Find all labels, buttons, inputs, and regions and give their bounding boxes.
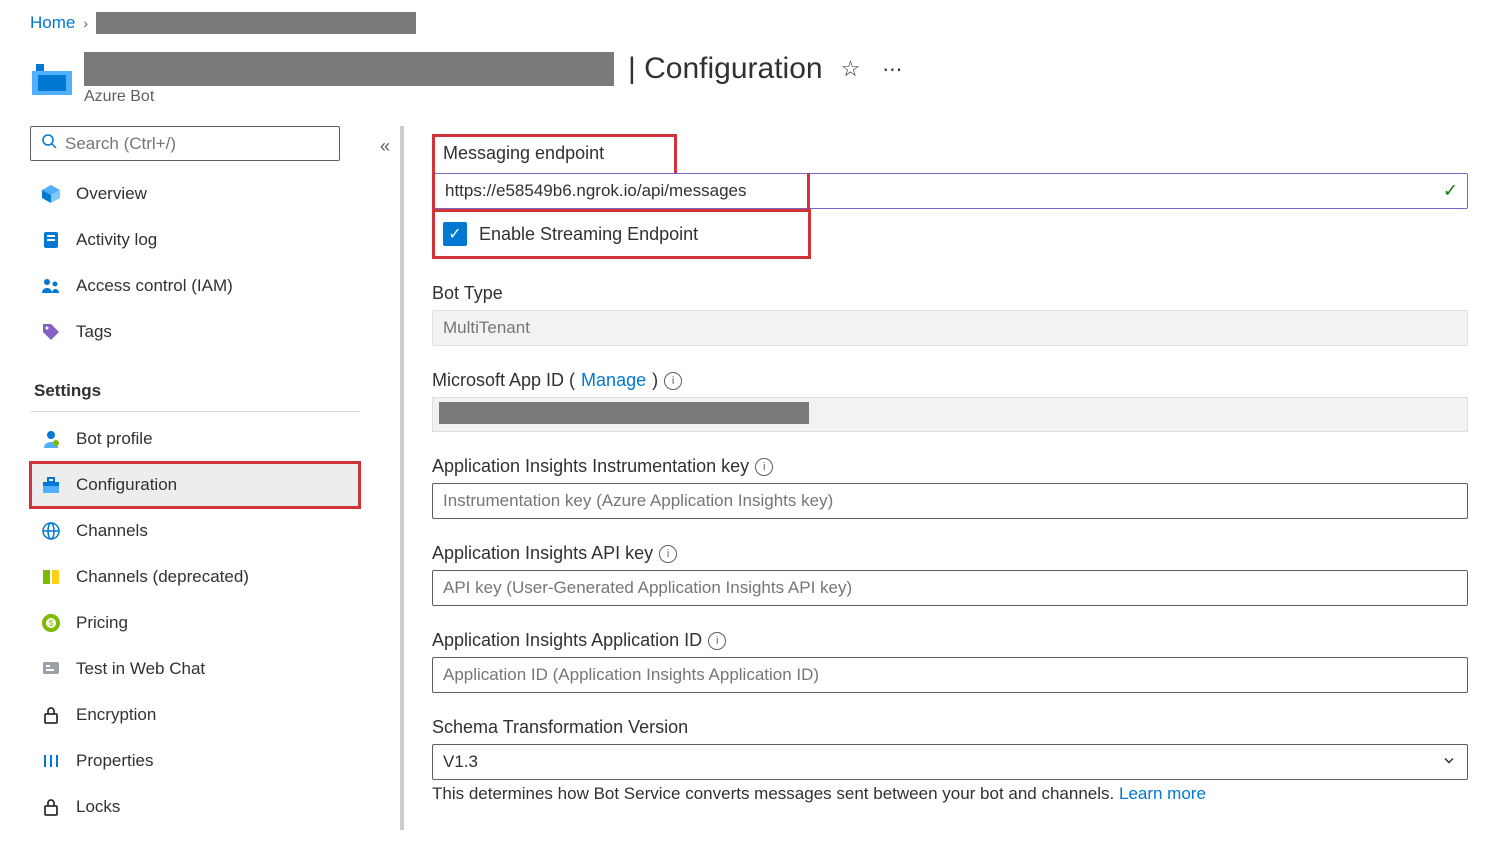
profile-icon — [40, 428, 62, 450]
messaging-endpoint-input[interactable] — [432, 173, 1468, 209]
ms-app-id-label: Microsoft App ID (Manage) i — [432, 370, 1468, 391]
ms-app-id-input — [432, 397, 1468, 432]
sidebar-item-encryption[interactable]: Encryption — [30, 692, 360, 738]
chat-icon — [40, 658, 62, 680]
enable-streaming-checkbox-row[interactable]: ✓ Enable Streaming Endpoint — [443, 222, 698, 246]
chevron-right-icon: › — [83, 15, 88, 31]
info-icon[interactable]: i — [659, 545, 677, 563]
sidebar-item-label: Properties — [76, 751, 153, 771]
log-icon — [40, 229, 62, 251]
info-icon[interactable]: i — [708, 632, 726, 650]
sidebar-item-channels[interactable]: Channels — [30, 508, 360, 554]
page-title: | Configuration — [628, 52, 823, 86]
schema-helper-text: This determines how Bot Service converts… — [432, 784, 1468, 804]
enable-streaming-label: Enable Streaming Endpoint — [479, 224, 698, 245]
page-header: | Configuration ☆ ⋯ Azure Bot — [0, 34, 1498, 126]
ms-app-id-redacted — [439, 402, 809, 424]
bot-type-label: Bot Type — [432, 283, 1468, 304]
sidebar-item-label: Channels — [76, 521, 148, 541]
ai-instr-key-label: Application Insights Instrumentation key… — [432, 456, 1468, 477]
toolbox-icon — [40, 474, 62, 496]
ai-api-key-label: Application Insights API key i — [432, 543, 1468, 564]
sidebar-search-input[interactable] — [65, 134, 329, 154]
star-icon: ☆ — [841, 56, 861, 81]
sidebar-section-settings: Settings — [30, 355, 360, 412]
channels-old-icon — [40, 566, 62, 588]
sidebar-item-pricing[interactable]: $ Pricing — [30, 600, 360, 646]
sidebar-item-overview[interactable]: Overview — [30, 171, 360, 217]
chevron-double-left-icon: « — [380, 136, 390, 156]
valid-check-icon: ✓ — [1443, 181, 1458, 202]
sidebar-collapse-button[interactable]: « — [380, 136, 390, 157]
people-icon — [40, 275, 62, 297]
sidebar-item-label: Overview — [76, 184, 147, 204]
sidebar-item-label: Tags — [76, 322, 112, 342]
bot-type-input — [432, 310, 1468, 346]
resource-name-redacted — [84, 52, 614, 86]
schema-version-label: Schema Transformation Version — [432, 717, 1468, 738]
ai-app-id-label: Application Insights Application ID i — [432, 630, 1468, 651]
messaging-endpoint-label: Messaging endpoint — [443, 143, 604, 164]
resource-type-label: Azure Bot — [84, 88, 906, 106]
breadcrumb: Home › — [0, 0, 1498, 34]
sidebar-item-label: Access control (IAM) — [76, 276, 233, 296]
sidebar-item-access-control[interactable]: Access control (IAM) — [30, 263, 360, 309]
sidebar-item-tags[interactable]: Tags — [30, 309, 360, 355]
azure-bot-icon — [30, 61, 74, 97]
svg-text:$: $ — [49, 619, 54, 628]
tag-icon — [40, 321, 62, 343]
lock-icon — [40, 704, 62, 726]
breadcrumb-resource-redacted[interactable] — [96, 12, 416, 34]
sidebar-item-label: Channels (deprecated) — [76, 567, 249, 587]
breadcrumb-home[interactable]: Home — [30, 13, 75, 33]
sidebar-item-label: Configuration — [76, 475, 177, 495]
sidebar-item-label: Test in Web Chat — [76, 659, 205, 679]
sidebar-item-label: Bot profile — [76, 429, 153, 449]
checkbox-checked-icon[interactable]: ✓ — [443, 222, 467, 246]
favorite-button[interactable]: ☆ — [837, 52, 865, 86]
sidebar-item-configuration[interactable]: Configuration — [30, 462, 360, 508]
sidebar-item-label: Encryption — [76, 705, 156, 725]
ai-app-id-input[interactable] — [432, 657, 1468, 693]
cube-icon — [40, 183, 62, 205]
ai-instr-key-input[interactable] — [432, 483, 1468, 519]
lock-icon — [40, 796, 62, 818]
sidebar: Overview Activity log Access control (IA… — [30, 126, 370, 830]
sidebar-item-label: Activity log — [76, 230, 157, 250]
learn-more-link[interactable]: Learn more — [1119, 784, 1206, 803]
manage-app-id-link[interactable]: Manage — [581, 370, 646, 391]
sidebar-item-properties[interactable]: Properties — [30, 738, 360, 784]
ellipsis-icon: ⋯ — [882, 59, 902, 81]
globe-icon — [40, 520, 62, 542]
pricing-icon: $ — [40, 612, 62, 634]
ai-api-key-input[interactable] — [432, 570, 1468, 606]
sidebar-item-locks[interactable]: Locks — [30, 784, 360, 830]
schema-version-select[interactable] — [432, 744, 1468, 780]
sidebar-item-activity-log[interactable]: Activity log — [30, 217, 360, 263]
sidebar-item-bot-profile[interactable]: Bot profile — [30, 416, 360, 462]
info-icon[interactable]: i — [755, 458, 773, 476]
sidebar-item-label: Pricing — [76, 613, 128, 633]
sidebar-search[interactable] — [30, 126, 340, 161]
more-actions-button[interactable]: ⋯ — [878, 53, 906, 86]
sidebar-item-label: Locks — [76, 797, 120, 817]
sidebar-item-test-webchat[interactable]: Test in Web Chat — [30, 646, 360, 692]
info-icon[interactable]: i — [664, 372, 682, 390]
search-icon — [41, 133, 57, 154]
properties-icon — [40, 750, 62, 772]
main-content: Messaging endpoint ✓ ✓ Enable Streaming … — [400, 126, 1488, 830]
sidebar-item-channels-deprecated[interactable]: Channels (deprecated) — [30, 554, 360, 600]
